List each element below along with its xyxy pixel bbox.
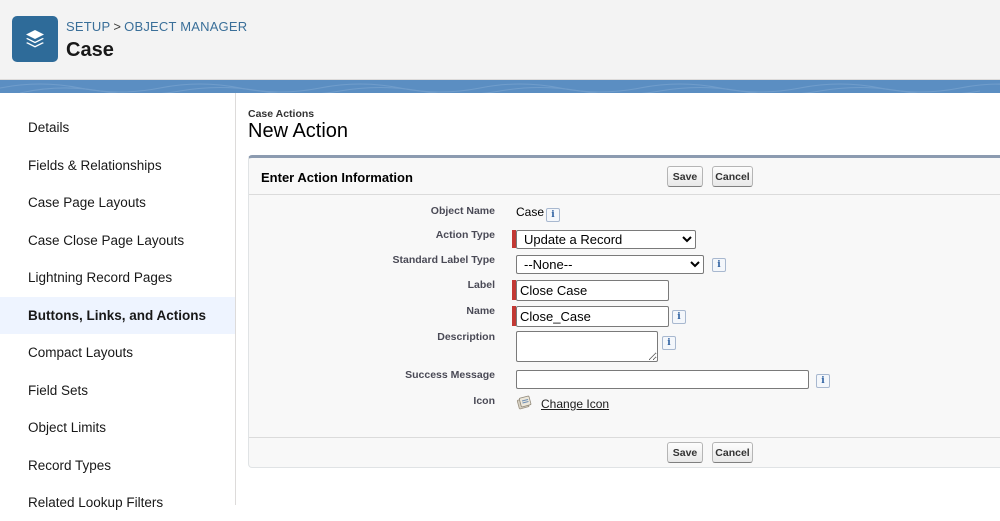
sidebar-item-lightning-record-pages[interactable]: Lightning Record Pages [0,259,235,296]
main-content: Case Actions New Action Enter Action Inf… [236,93,1000,505]
name-input[interactable] [516,306,669,327]
standard-label-type-select[interactable]: --None-- [516,255,704,274]
save-button-top[interactable]: Save [667,166,703,187]
panel-footer [249,437,1000,438]
object-name-value: Case [516,205,545,219]
icon-label: Icon [473,395,495,407]
description-textarea[interactable] [516,331,658,362]
sidebar-item-related-lookup-filters[interactable]: Related Lookup Filters [0,484,235,521]
breadcrumb-setup-link[interactable]: SETUP [66,19,110,34]
breadcrumb-object-manager-link[interactable]: OBJECT MANAGER [124,19,247,34]
success-message-label: Success Message [405,369,495,381]
page-title: New Action [248,120,349,142]
sidebar-item-case-page-layouts[interactable]: Case Page Layouts [0,184,235,221]
standard-label-type-label: Standard Label Type [392,254,496,266]
sidebar-item-fields-relationships[interactable]: Fields & Relationships [0,147,235,184]
sidebar-item-object-limits[interactable]: Object Limits [0,409,235,446]
name-info-icon[interactable]: i [672,310,686,324]
label-input[interactable] [516,280,669,301]
sidebar-item-compact-layouts[interactable]: Compact Layouts [0,334,235,371]
save-button-bottom[interactable]: Save [667,442,703,463]
page-subtitle: Case Actions [248,108,315,120]
stack-layers-icon [12,16,58,62]
sidebar-item-details[interactable]: Details [0,109,235,146]
description-label: Description [437,331,495,343]
cancel-button-top[interactable]: Cancel [712,166,753,187]
action-type-select[interactable]: Update a Record [516,230,696,249]
panel-title: Enter Action Information [261,170,413,185]
success-message-input[interactable] [516,370,809,389]
name-field-label: Name [466,305,495,317]
object-name-info-icon[interactable]: i [546,208,560,222]
change-icon-link[interactable]: Change Icon [541,397,609,411]
sidebar-nav: Details Fields & Relationships Case Page… [0,93,236,510]
breadcrumb: SETUP > OBJECT MANAGER [66,19,247,34]
decorative-banner [0,80,1000,93]
success-message-info-icon[interactable]: i [816,374,830,388]
action-type-label: Action Type [435,229,495,241]
label-field-label: Label [467,279,495,291]
panel-header: Enter Action Information Save Cancel [249,158,1000,195]
object-name-label: Object Name [430,205,495,217]
sidebar-item-record-types[interactable]: Record Types [0,447,235,484]
action-info-panel: Enter Action Information Save Cancel Obj… [248,155,1000,468]
standard-label-type-info-icon[interactable]: i [712,258,726,272]
cancel-button-bottom[interactable]: Cancel [712,442,753,463]
sidebar-item-field-sets[interactable]: Field Sets [0,372,235,409]
breadcrumb-separator: > [113,19,122,34]
object-header: SETUP > OBJECT MANAGER Case [0,0,1000,80]
description-info-icon[interactable]: i [662,336,676,350]
sidebar-item-case-close-page-layouts[interactable]: Case Close Page Layouts [0,222,235,259]
object-title: Case [66,39,114,61]
sidebar-item-buttons-links-actions[interactable]: Buttons, Links, and Actions [0,297,235,334]
action-icon [516,394,532,410]
